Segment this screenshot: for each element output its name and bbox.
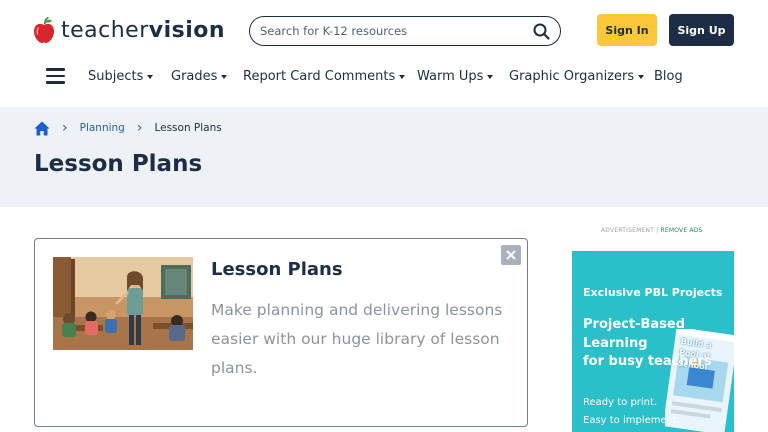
site-logo[interactable]: teachervision bbox=[33, 14, 225, 46]
home-icon[interactable] bbox=[34, 121, 50, 136]
breadcrumb: › Planning › Lesson Plans bbox=[34, 120, 222, 136]
logo-wordmark: teachervision bbox=[61, 17, 226, 43]
caret-down-icon bbox=[221, 74, 228, 79]
nav-item-graphic-organizers[interactable]: Graphic Organizers bbox=[509, 68, 645, 85]
caret-down-icon bbox=[399, 74, 406, 79]
nav-item-subjects[interactable]: Subjects bbox=[88, 68, 154, 85]
main-nav: Subjects Grades Report Card Comments War… bbox=[0, 60, 768, 107]
caret-down-icon bbox=[147, 74, 154, 79]
sign-up-button[interactable]: Sign Up bbox=[669, 14, 734, 46]
sign-in-button[interactable]: Sign In bbox=[597, 14, 657, 46]
apple-icon bbox=[34, 17, 54, 43]
ad-title: Project-Based Learning for busy teachers bbox=[583, 317, 712, 369]
caret-down-icon bbox=[487, 74, 494, 79]
ad-label: ADVERTISEMENT | REMOVE ADS bbox=[601, 227, 703, 234]
breadcrumb-current: Lesson Plans bbox=[154, 122, 222, 134]
search-box[interactable] bbox=[249, 16, 561, 46]
chevron-right-icon: › bbox=[62, 120, 68, 136]
site-header: teachervision Sign In Sign Up bbox=[0, 0, 768, 60]
search-input[interactable] bbox=[260, 24, 533, 38]
lesson-plans-promo-card: Lesson Plans Make planning and deliverin… bbox=[34, 238, 528, 427]
classroom-photo bbox=[53, 257, 193, 350]
nav-item-blog[interactable]: Blog bbox=[654, 68, 683, 85]
caret-down-icon bbox=[638, 74, 645, 79]
nav-item-warm-ups[interactable]: Warm Ups bbox=[417, 68, 494, 85]
advertisement-banner[interactable]: Build a Pool at School Exclusive PBL Pro… bbox=[572, 251, 734, 432]
chevron-right-icon: › bbox=[136, 120, 143, 136]
ad-headline: Exclusive PBL Projects bbox=[583, 286, 723, 299]
ad-tagline: Ready to print. Easy to implement. bbox=[583, 397, 681, 426]
search-icon[interactable] bbox=[533, 23, 550, 40]
breadcrumb-link-planning[interactable]: Planning bbox=[80, 122, 125, 134]
page-banner: › Planning › Lesson Plans Lesson Plans bbox=[0, 107, 768, 207]
card-title: Lesson Plans bbox=[211, 259, 343, 280]
page-title: Lesson Plans bbox=[34, 151, 203, 177]
close-icon bbox=[506, 250, 516, 260]
card-description: Make planning and delivering lessons eas… bbox=[211, 301, 503, 377]
close-card-button[interactable] bbox=[501, 245, 521, 265]
nav-item-grades[interactable]: Grades bbox=[171, 68, 228, 85]
hamburger-menu-icon[interactable] bbox=[46, 68, 65, 84]
nav-item-report-card-comments[interactable]: Report Card Comments bbox=[243, 68, 406, 85]
remove-ads-link[interactable]: REMOVE ADS bbox=[660, 227, 702, 234]
